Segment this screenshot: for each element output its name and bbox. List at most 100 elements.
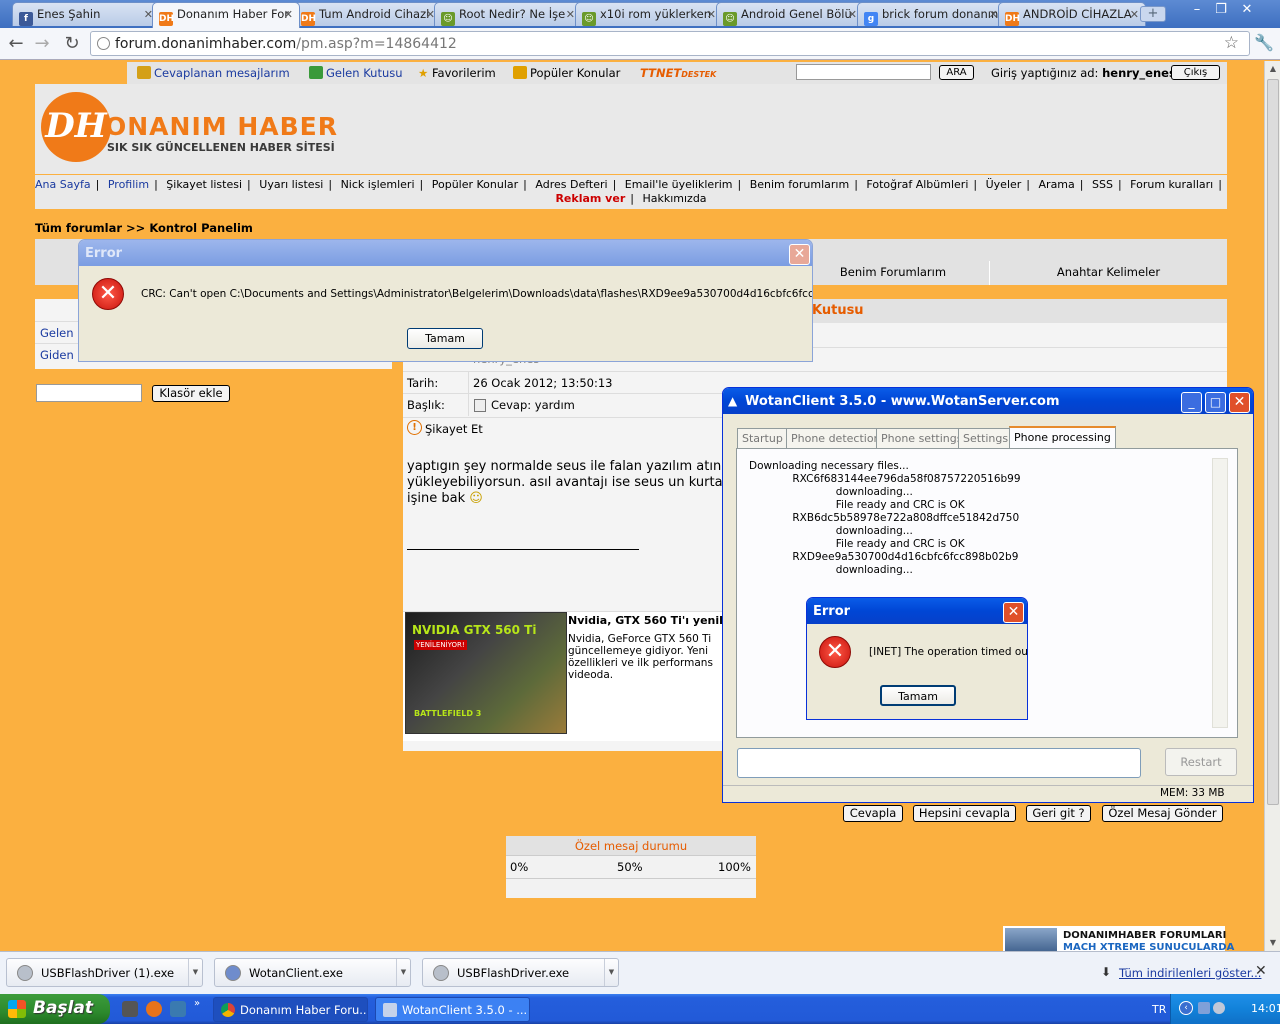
menu-item[interactable]: Fotoğraf Albümleri	[866, 178, 968, 191]
start-button[interactable]: Başlat	[0, 994, 110, 1024]
tab-phone-processing[interactable]: Phone processing	[1009, 426, 1116, 449]
download-item[interactable]: USBFlashDriver.exe ▼	[422, 958, 619, 987]
reply-button[interactable]: Cevapla	[843, 805, 903, 822]
menu-item[interactable]: Şikayet listesi	[166, 178, 242, 191]
browser-tab[interactable]: ☺ Android Genel Bölü ✕	[716, 2, 864, 26]
media-icon[interactable]	[170, 1001, 186, 1017]
close-icon[interactable]: ✕	[1229, 392, 1250, 413]
site-logo[interactable]: DH	[41, 92, 111, 162]
menu-item[interactable]: Forum kuralları	[1130, 178, 1213, 191]
page-scrollbar[interactable]: ▲ ▼	[1264, 61, 1280, 951]
folder-name-input[interactable]	[36, 384, 142, 402]
scroll-up-icon[interactable]: ▲	[1265, 61, 1280, 77]
tab-close-icon[interactable]: ✕	[848, 8, 857, 21]
breadcrumb[interactable]: Tüm forumlar >> Kontrol Panelim	[35, 221, 253, 235]
taskbar-task-browser[interactable]: Donanım Haber Foru...	[213, 997, 368, 1022]
tab-close-icon[interactable]: ✕	[707, 8, 716, 21]
reload-icon[interactable]: ↻	[61, 33, 83, 55]
menu-item[interactable]: Ana Sayfa	[35, 178, 91, 191]
network-icon[interactable]	[1198, 1002, 1210, 1014]
download-item[interactable]: USBFlashDriver (1).exe ▼	[6, 958, 203, 987]
minimize-icon[interactable]: –	[1186, 2, 1208, 20]
tab-my-forums[interactable]: Benim Forumlarım	[796, 261, 989, 285]
taskbar-task-wotan[interactable]: WotanClient 3.5.0 - ...	[375, 997, 530, 1022]
tab-keywords[interactable]: Anahtar Kelimeler	[989, 261, 1227, 285]
wotan-command-input[interactable]	[737, 748, 1141, 778]
menu-item-ad[interactable]: Reklam ver	[555, 192, 625, 205]
quicklaunch-icon[interactable]	[122, 1001, 138, 1017]
send-pm-button[interactable]: Özel Mesaj Gönder	[1102, 805, 1223, 822]
clock[interactable]: 14:01	[1251, 1002, 1280, 1015]
maximize-icon[interactable]: □	[1205, 392, 1226, 413]
wotan-log-scrollbar[interactable]	[1212, 458, 1228, 728]
chevron-left-icon[interactable]: ‹	[1179, 1001, 1193, 1015]
tab-close-icon[interactable]: ✕	[1130, 8, 1139, 21]
back-icon[interactable]: ←	[5, 33, 27, 55]
menu-item[interactable]: Benim forumlarım	[750, 178, 849, 191]
scroll-down-icon[interactable]: ▼	[1265, 935, 1280, 951]
chevron-down-icon[interactable]: ▼	[396, 959, 410, 986]
back-button[interactable]: Geri git ?	[1026, 805, 1091, 822]
report-link[interactable]: Şikayet Et	[425, 422, 483, 436]
ad-image[interactable]: NVIDIA GTX 560 Ti YENİLENİYOR! BATTLEFIE…	[405, 612, 567, 734]
chevron-down-icon[interactable]: ▼	[188, 959, 202, 986]
browser-tab[interactable]: DH ANDROİD CİHAZLA ✕	[998, 2, 1146, 26]
tab-startup[interactable]: Startup	[737, 428, 788, 448]
replied-messages-link[interactable]: Cevaplanan mesajlarım	[137, 66, 290, 80]
add-folder-button[interactable]: Klasör ekle	[152, 385, 230, 402]
browser-tab[interactable]: ☺ x10i rom yüklerken ✕	[575, 2, 723, 26]
menu-item[interactable]: Nick işlemleri	[341, 178, 415, 191]
browser-tab[interactable]: g brick forum donanın ✕	[857, 2, 1005, 26]
inbox-link[interactable]: Gelen Kutusu	[309, 66, 403, 80]
favorites-link[interactable]: ★ Favorilerim	[418, 66, 496, 80]
new-tab-button[interactable]: +	[1140, 6, 1166, 22]
forward-icon[interactable]: →	[31, 33, 53, 55]
language-indicator[interactable]: TR	[1152, 1003, 1166, 1016]
site-search-input[interactable]	[796, 64, 931, 80]
browser-tab-active[interactable]: DH Donanım Haber For ✕	[152, 2, 300, 28]
browser-tab[interactable]: ☺ Root Nedir? Ne İşe ✕	[434, 2, 582, 26]
close-icon[interactable]: ✕	[1003, 602, 1024, 623]
ok-button[interactable]: Tamam	[407, 328, 483, 349]
menu-item[interactable]: Üyeler	[986, 178, 1022, 191]
menu-item[interactable]: SSS	[1092, 178, 1113, 191]
reply-all-button[interactable]: Hepsini cevapla	[913, 805, 1016, 822]
firefox-icon[interactable]	[146, 1001, 162, 1017]
tab-phone-detection[interactable]: Phone detection	[786, 428, 886, 448]
logout-button[interactable]: Çıkış	[1171, 65, 1220, 80]
maximize-icon[interactable]: ❐	[1210, 2, 1232, 20]
close-icon[interactable]: ✕	[1236, 2, 1258, 20]
minimize-icon[interactable]: _	[1181, 392, 1202, 413]
close-icon[interactable]: ✕	[1255, 963, 1267, 979]
wrench-icon[interactable]: 🔧	[1254, 33, 1274, 52]
chevron-down-icon[interactable]: ▼	[604, 959, 618, 986]
footer-banner[interactable]: DONANIMHABER FORUMLARI MACH XTREME SUNUC…	[1003, 926, 1234, 951]
show-all-downloads-link[interactable]: Tüm indirilenleri göster...	[1119, 966, 1261, 980]
chevron-right-icon[interactable]: »	[194, 998, 200, 1009]
menu-item[interactable]: Email'le üyeliklerim	[625, 178, 733, 191]
browser-tab[interactable]: f Enes Şahin ✕	[12, 2, 160, 26]
tab-phone-settings[interactable]: Phone settings	[876, 428, 968, 448]
address-bar[interactable]: forum.donanimhaber.com/pm.asp?m=14864412…	[90, 31, 1250, 56]
restart-button[interactable]: Restart	[1165, 748, 1237, 776]
site-search-button[interactable]: ARA	[939, 65, 974, 80]
scroll-thumb[interactable]	[1267, 79, 1279, 805]
tray-app-icon[interactable]	[1213, 1002, 1225, 1014]
close-icon[interactable]: ✕	[789, 244, 810, 265]
menu-item[interactable]: Profilim	[108, 178, 149, 191]
menu-item[interactable]: Uyarı listesi	[259, 178, 323, 191]
popular-link[interactable]: Popüler Konular	[513, 66, 620, 80]
browser-tab[interactable]: DH Tum Android Cihazl ✕	[294, 2, 442, 26]
menu-item[interactable]: Arama	[1039, 178, 1075, 191]
bookmark-star-icon[interactable]: ☆	[1224, 33, 1239, 53]
ok-button[interactable]: Tamam	[880, 685, 956, 706]
ttnet-logo[interactable]: TTNETDESTEK	[640, 66, 716, 80]
download-item[interactable]: WotanClient.exe ▼	[214, 958, 411, 987]
menu-item-about[interactable]: Hakkımızda	[642, 192, 706, 205]
tab-settings[interactable]: Settings	[958, 428, 1014, 448]
menu-item[interactable]: Adres Defteri	[535, 178, 607, 191]
menu-item[interactable]: Popüler Konular	[432, 178, 518, 191]
tab-close-icon[interactable]: ✕	[284, 8, 293, 21]
tab-close-icon[interactable]: ✕	[989, 8, 998, 21]
tab-close-icon[interactable]: ✕	[566, 8, 575, 21]
